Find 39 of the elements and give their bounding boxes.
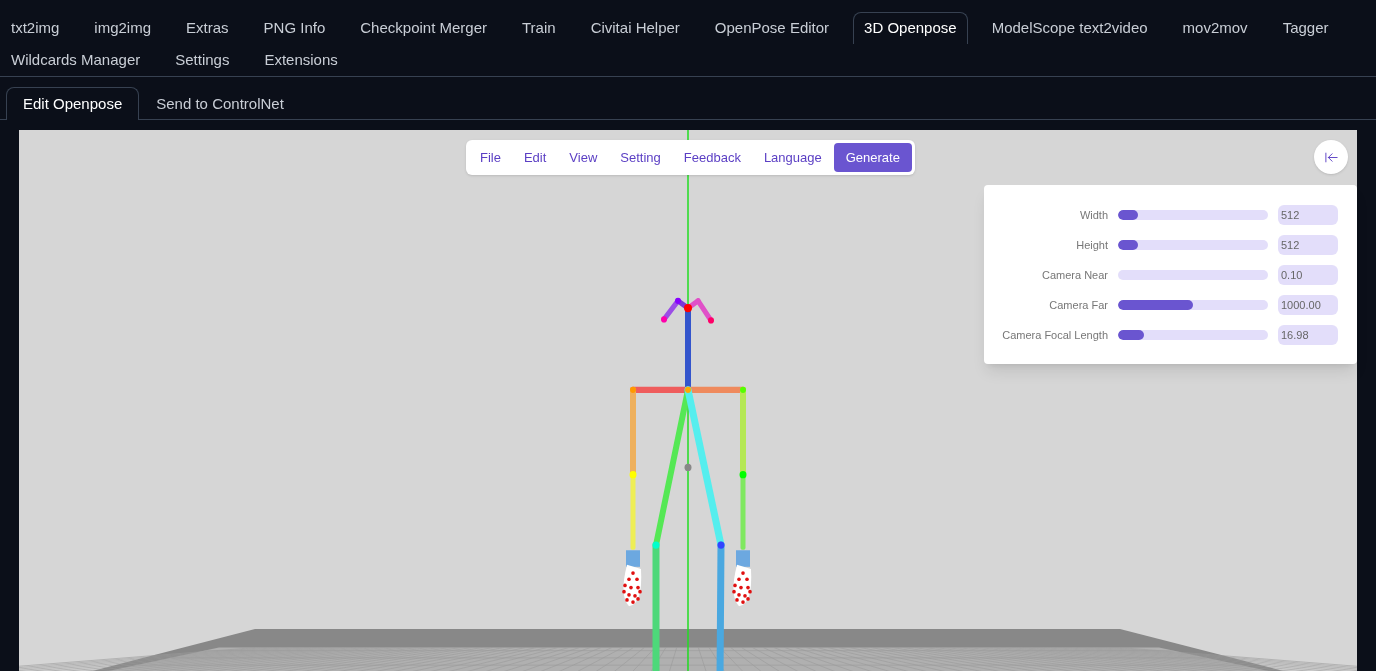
menu-item[interactable]: Language	[752, 143, 833, 172]
slider-track[interactable]	[1118, 300, 1268, 310]
main-tab[interactable]: Settings	[164, 44, 241, 76]
menu-item[interactable]: Feedback	[672, 143, 752, 172]
setting-label: Camera Focal Length	[1001, 327, 1108, 343]
main-tab[interactable]: Wildcards Manager	[0, 44, 152, 76]
main-tab[interactable]: img2img	[83, 12, 163, 44]
main-tab[interactable]: Extras	[175, 12, 240, 44]
menu-item[interactable]: Setting	[609, 143, 672, 172]
main-tab[interactable]: mov2mov	[1171, 12, 1259, 44]
main-tab[interactable]: Train	[511, 12, 567, 44]
main-tab[interactable]: 3D Openpose	[853, 12, 968, 44]
slider-track[interactable]	[1118, 330, 1268, 340]
setting-label: Camera Near	[1040, 267, 1108, 283]
slider-track[interactable]	[1118, 210, 1268, 220]
sub-tab[interactable]: Send to ControlNet	[139, 87, 301, 120]
value-field[interactable]: 512	[1278, 235, 1338, 255]
sub-tab[interactable]: Edit Openpose	[6, 87, 140, 120]
main-tab[interactable]: Extensions	[253, 44, 349, 76]
main-tab[interactable]: Tagger	[1271, 12, 1340, 44]
value-field[interactable]: 16.98	[1278, 325, 1338, 345]
main-tab[interactable]: OpenPose Editor	[703, 12, 841, 44]
setting-label: Height	[1075, 237, 1108, 253]
main-tab[interactable]: PNG Info	[252, 12, 337, 44]
slider-track[interactable]	[1118, 240, 1268, 250]
main-tab[interactable]: Civitai Helper	[579, 12, 691, 44]
slider-track[interactable]	[1118, 270, 1268, 280]
menu-item[interactable]: File	[469, 143, 512, 172]
main-tab[interactable]: ModelScope text2video	[980, 12, 1159, 44]
generate-button[interactable]: Generate	[833, 143, 912, 172]
menu-item[interactable]: Edit	[512, 143, 558, 172]
value-field[interactable]: 0.10	[1278, 265, 1338, 285]
setting-label: Width	[1078, 207, 1108, 223]
menu-item[interactable]: View	[558, 143, 609, 172]
setting-label: Camera Far	[1048, 297, 1108, 313]
main-tab[interactable]: txt2img	[0, 12, 71, 44]
main-tab[interactable]: Checkpoint Merger	[349, 12, 498, 44]
value-field[interactable]: 1000.00	[1278, 295, 1338, 315]
value-field[interactable]: 512	[1278, 205, 1338, 225]
